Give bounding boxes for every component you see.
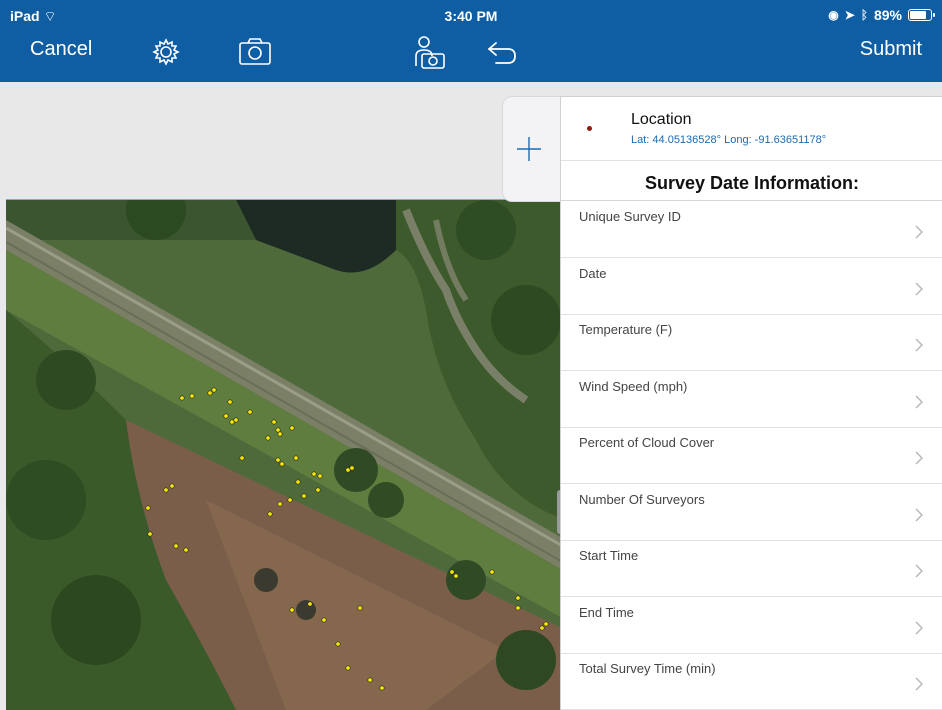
survey-form-panel: Location Lat: 44.05136528° Long: -91.636… — [560, 96, 942, 710]
field-row-date[interactable]: Date — [561, 258, 942, 315]
location-coordinates: Lat: 44.05136528° Long: -91.63651178° — [631, 134, 827, 146]
field-label: Date — [579, 265, 607, 281]
battery-icon — [908, 9, 935, 21]
status-right: ◉ ➤ ᛒ 89% — [828, 7, 935, 23]
field-label: Number Of Surveyors — [579, 491, 705, 507]
battery-fill — [910, 11, 926, 19]
field-row-number-of-surveyors[interactable]: Number Of Surveyors — [561, 484, 942, 541]
field-label: Temperature (F) — [579, 322, 673, 337]
chevron-right-icon — [915, 677, 924, 696]
field-row-unique-survey-id[interactable]: Unique Survey ID — [561, 201, 942, 258]
location-marker-icon — [587, 126, 592, 131]
field-label: Total Survey Time (min) — [579, 661, 716, 676]
chevron-right-icon — [915, 338, 924, 357]
field-row-total-survey-time[interactable]: Total Survey Time (min) — [561, 653, 942, 710]
field-row-temperature[interactable]: Temperature (F) — [561, 314, 942, 371]
chevron-right-icon — [915, 620, 924, 640]
chevron-right-icon — [915, 507, 924, 527]
field-label: Percent of Cloud Cover — [579, 435, 715, 450]
field-label: Start Time — [579, 548, 639, 563]
chevron-right-icon — [915, 225, 924, 244]
undo-icon[interactable] — [486, 40, 518, 66]
status-bar: iPad ⌔ 3:40 PM ◉ ➤ ᛒ 89% — [0, 0, 942, 30]
chevron-right-icon — [915, 451, 924, 470]
chevron-right-icon — [915, 281, 924, 301]
bluetooth-icon: ᛒ — [860, 8, 868, 22]
field-label: End Time — [579, 604, 634, 620]
location-services-icon: ◉ — [828, 8, 839, 22]
battery-percent: 89% — [873, 7, 902, 23]
camera-icon[interactable] — [238, 36, 272, 66]
location-row[interactable]: Location Lat: 44.05136528° Long: -91.636… — [561, 97, 942, 161]
location-title: Location — [631, 111, 692, 128]
submit-button[interactable]: Submit — [860, 38, 922, 61]
section-title: Survey Date Information: — [644, 173, 860, 193]
chevron-right-icon — [915, 564, 924, 583]
cancel-button[interactable]: Cancel — [30, 38, 92, 61]
field-row-start-time[interactable]: Start Time — [561, 540, 942, 597]
map-view[interactable] — [6, 200, 566, 710]
plus-icon — [517, 137, 541, 161]
satellite-imagery — [6, 200, 566, 710]
field-label: Unique Survey ID — [579, 209, 681, 224]
chevron-right-icon — [915, 394, 924, 414]
location-arrow-icon: ➤ — [844, 8, 855, 22]
field-row-wind-speed[interactable]: Wind Speed (mph) — [561, 371, 942, 428]
app-screen: iPad ⌔ 3:40 PM ◉ ➤ ᛒ 89% Cancel Submit L… — [0, 0, 942, 710]
top-bar: iPad ⌔ 3:40 PM ◉ ➤ ᛒ 89% Cancel Submit — [0, 0, 942, 82]
gear-icon[interactable] — [150, 36, 182, 68]
field-row-end-time[interactable]: End Time — [561, 597, 942, 654]
field-label: Wind Speed (mph) — [579, 378, 688, 394]
status-time: 3:40 PM — [444, 8, 498, 24]
collect-location-icon[interactable] — [412, 34, 448, 70]
field-row-cloud-cover[interactable]: Percent of Cloud Cover — [561, 427, 942, 484]
